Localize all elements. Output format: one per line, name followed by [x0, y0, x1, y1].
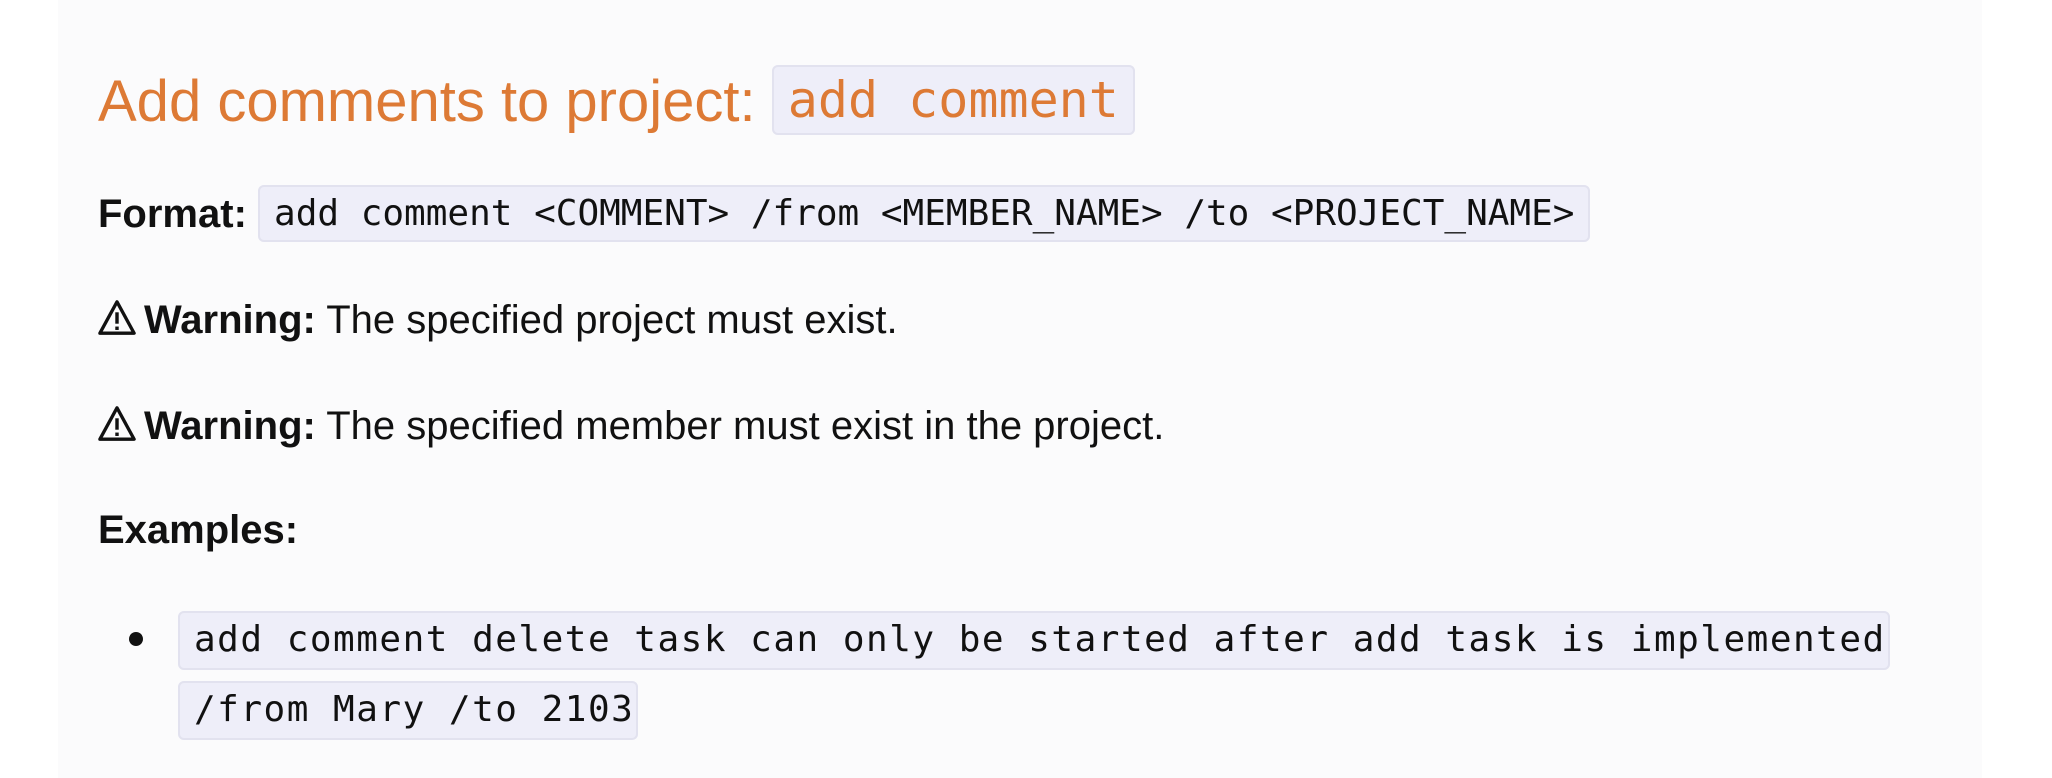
warning-project-exists: Warning: The specified project must exis… [98, 292, 898, 348]
bullet-icon [129, 632, 143, 646]
section-heading: Add comments to project: add comment [98, 64, 1135, 138]
warning-icon [98, 300, 136, 335]
warning-text: The specified project must exist. [315, 298, 898, 342]
format-line: Format: add comment <COMMENT> /from <MEM… [98, 185, 1591, 242]
heading-command-code: add comment [771, 65, 1135, 135]
warning-member-exists: Warning: The specified member must exist… [98, 398, 1164, 454]
warning-text: The specified member must exist in the p… [315, 404, 1165, 448]
example-code: add comment delete task can only be star… [178, 611, 1890, 740]
list-item: add comment delete task can only be star… [98, 604, 1958, 744]
warning-icon [98, 406, 136, 441]
format-code: add comment <COMMENT> /from <MEMBER_NAME… [258, 185, 1591, 242]
examples-heading: Examples: [98, 502, 298, 558]
document-panel: Add comments to project: add comment For… [58, 0, 1982, 778]
warning-label: Warning: [144, 404, 316, 448]
warning-label: Warning: [144, 298, 316, 342]
examples-label: Examples: [98, 508, 299, 552]
format-label: Format: [98, 192, 247, 236]
examples-list: add comment delete task can only be star… [98, 604, 1958, 744]
heading-text: Add comments to project: [98, 69, 772, 134]
